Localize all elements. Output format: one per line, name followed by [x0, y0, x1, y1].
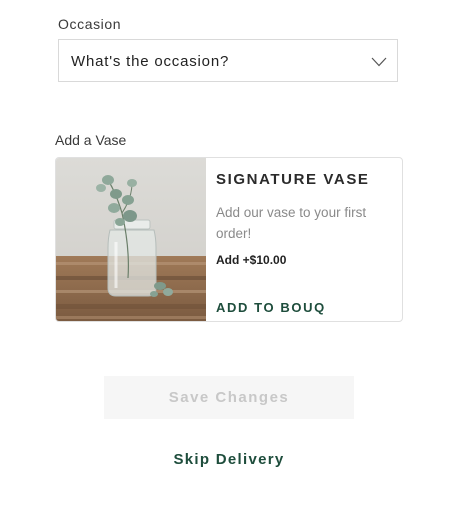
vase-image — [56, 158, 206, 321]
vase-title: SIGNATURE VASE — [216, 171, 370, 188]
occasion-select-value: What's the occasion? — [71, 53, 230, 70]
occasion-label: Occasion — [58, 16, 122, 32]
vase-price: Add +$10.00 — [216, 253, 287, 267]
save-changes-button[interactable]: Save Changes — [104, 376, 354, 419]
add-to-bouq-button[interactable]: ADD TO BOUQ — [216, 300, 326, 315]
delivery-edit-page: Occasion What's the occasion? Add a Vase — [0, 0, 471, 506]
occasion-select[interactable]: What's the occasion? — [58, 39, 398, 82]
vase-card: SIGNATURE VASE Add our vase to your firs… — [55, 157, 403, 322]
chevron-down-icon — [371, 57, 387, 67]
add-vase-label: Add a Vase — [55, 132, 127, 148]
skip-delivery-link[interactable]: Skip Delivery — [104, 451, 354, 468]
vase-description: Add our vase to your first order! — [216, 205, 367, 241]
